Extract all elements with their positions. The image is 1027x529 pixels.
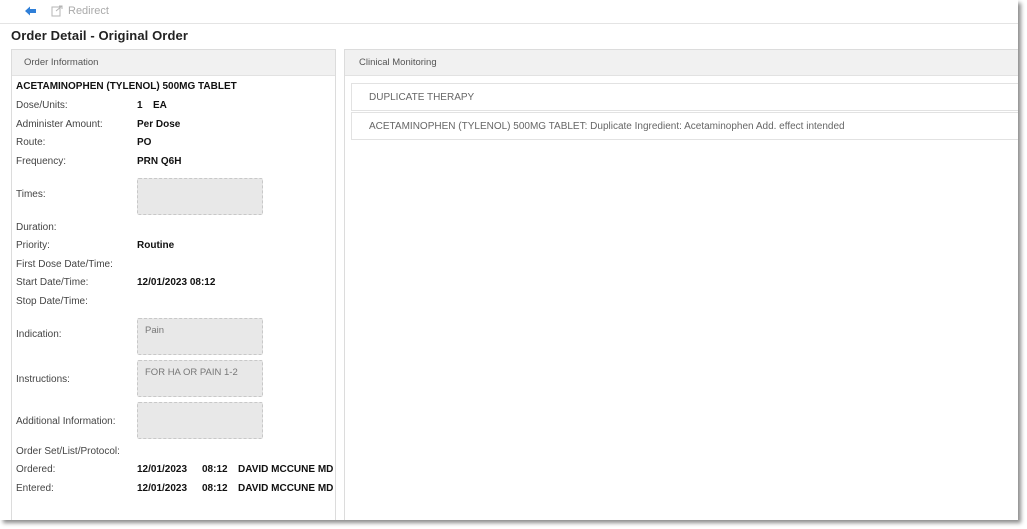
order-information-panel: Order Information ACETAMINOPHEN (TYLENOL… — [11, 49, 336, 520]
entered-by: DAVID MCCUNE MD — [238, 483, 334, 494]
instructions-field: FOR HA OR PAIN 1-2 — [137, 360, 263, 397]
entered-date: 12/01/2023 — [137, 483, 188, 494]
redirect-label: Redirect — [68, 5, 109, 17]
ordered-date: 12/01/2023 — [137, 464, 188, 475]
times-label: Times: — [16, 189, 46, 200]
page-title: Order Detail - Original Order — [11, 28, 188, 43]
administer-amount-label: Administer Amount: — [16, 119, 103, 130]
route-label: Route: — [16, 137, 46, 148]
priority-label: Priority: — [16, 240, 50, 251]
times-field — [137, 178, 263, 215]
toolbar: Redirect — [0, 0, 1018, 24]
alert-row[interactable]: DUPLICATE THERAPY — [351, 83, 1018, 111]
additional-info-label: Additional Information: — [16, 416, 116, 427]
entered-time: 08:12 — [202, 483, 228, 494]
indication-label: Indication: — [16, 329, 62, 340]
dose-units-unit: EA — [153, 100, 167, 111]
alert-row[interactable]: ACETAMINOPHEN (TYLENOL) 500MG TABLET: Du… — [351, 112, 1018, 140]
priority-value: Routine — [137, 240, 175, 251]
route-value: PO — [137, 137, 152, 148]
first-dose-label: First Dose Date/Time: — [16, 259, 113, 270]
administer-amount-value: Per Dose — [137, 119, 181, 130]
indication-field: Pain — [137, 318, 263, 355]
ordered-label: Ordered: — [16, 464, 56, 475]
redirect-button[interactable]: Redirect — [51, 3, 109, 19]
order-information-header: Order Information — [12, 50, 335, 76]
clinical-monitoring-panel: Clinical Monitoring DUPLICATE THERAPY AC… — [344, 49, 1018, 520]
ordered-time: 08:12 — [202, 464, 228, 475]
duration-label: Duration: — [16, 222, 57, 233]
order-set-label: Order Set/List/Protocol: — [16, 446, 120, 457]
start-date-value: 12/01/2023 08:12 — [137, 277, 216, 288]
clinical-monitoring-header: Clinical Monitoring — [345, 50, 1018, 76]
stop-date-label: Stop Date/Time: — [16, 296, 88, 307]
redirect-icon — [51, 5, 63, 17]
dose-units-value: 1 — [137, 100, 143, 111]
ordered-by: DAVID MCCUNE MD — [238, 464, 334, 475]
order-detail-window: Redirect Order Detail - Original Order O… — [0, 0, 1018, 520]
frequency-value: PRN Q6H — [137, 156, 182, 167]
frequency-label: Frequency: — [16, 156, 67, 167]
back-arrow-icon[interactable] — [24, 4, 38, 18]
dose-units-label: Dose/Units: — [16, 100, 68, 111]
drug-name: ACETAMINOPHEN (TYLENOL) 500MG TABLET — [16, 81, 237, 92]
start-date-label: Start Date/Time: — [16, 277, 89, 288]
additional-info-field — [137, 402, 263, 439]
entered-label: Entered: — [16, 483, 54, 494]
instructions-label: Instructions: — [16, 374, 70, 385]
